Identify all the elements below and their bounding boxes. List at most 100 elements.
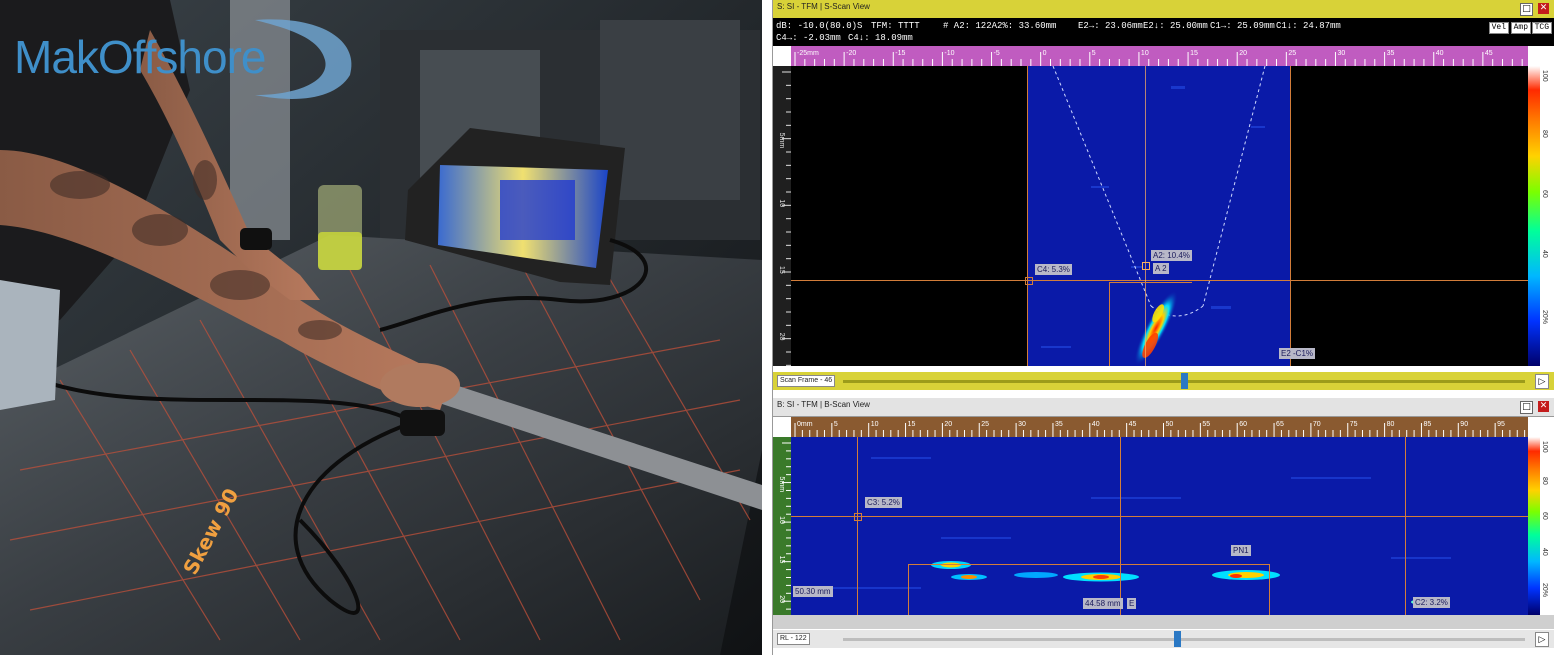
workshop-scene: Skew 90 bbox=[0, 0, 762, 655]
bscan-titlebar[interactable]: B: SI - TFM | B-Scan View □ ✕ bbox=[773, 398, 1554, 417]
ruler-tick-label: 70 bbox=[1313, 421, 1321, 428]
ruler-tick-label: -15 bbox=[895, 50, 905, 57]
colorbar-label: 40 bbox=[1541, 547, 1548, 556]
index-label: RL - 122 bbox=[777, 633, 810, 645]
measurement-readouts: dB: -10.0(80.0)S TFM: TTTT # A2: 122A2%:… bbox=[773, 18, 1554, 46]
maximize-icon[interactable]: □ bbox=[1520, 401, 1533, 414]
colorbar-label: 60 bbox=[1541, 190, 1548, 198]
c1-readout: C1→: 25.09mm bbox=[1210, 21, 1275, 31]
cursor-c1-vertical[interactable] bbox=[1290, 66, 1291, 366]
ruler-tick-label: -20 bbox=[846, 50, 856, 57]
e-marker-label: E bbox=[1127, 598, 1137, 609]
ruler-tick-label: 95 bbox=[1497, 421, 1505, 428]
ruler-tick-label: 75 bbox=[1350, 421, 1358, 428]
sscan-horizontal-ruler: -25mm -20 -15 -10 -5 0 5 10 15 20 25 30 35 40 45 bbox=[791, 46, 1528, 66]
depth-tick-label: 15 bbox=[778, 266, 785, 274]
ruler-tick-label: 35 bbox=[1387, 50, 1395, 57]
sscan-image[interactable]: C4: 5.3% A2: 10.4% A 2 E2 -C1% bbox=[791, 66, 1528, 366]
slider-thumb[interactable] bbox=[1181, 373, 1188, 389]
maximize-icon[interactable]: □ bbox=[1520, 3, 1533, 16]
bscan-index-slider[interactable]: RL - 122 ▷ bbox=[773, 630, 1554, 648]
c4-readout: C4→: -2.03mm bbox=[776, 33, 841, 43]
depth-tick-label: 10 bbox=[778, 199, 785, 207]
colorbar-label: 20% bbox=[1541, 310, 1548, 325]
close-icon[interactable]: ✕ bbox=[1538, 3, 1549, 14]
db-readout: dB: -10.0(80.0)S bbox=[776, 21, 863, 31]
bscan-color-palette bbox=[1528, 437, 1540, 615]
e2b-readout: E2↓: 25.00mm bbox=[1143, 21, 1208, 31]
gate-box[interactable] bbox=[1109, 282, 1192, 366]
vel-button[interactable]: Vel bbox=[1488, 22, 1509, 34]
depth-tick-label: 5mm bbox=[778, 477, 785, 493]
cursor-e2-label: E2 -C1% bbox=[1279, 348, 1316, 359]
bscan-scrollbar[interactable] bbox=[773, 615, 1554, 629]
ruler-tick-label: 65 bbox=[1276, 421, 1284, 428]
amp-button[interactable]: Amp bbox=[1510, 22, 1531, 34]
bscan-image[interactable]: C3: 5.2% PN1 50.30 mm 44.58 mm E C2: 3.2… bbox=[791, 437, 1528, 615]
c4b-readout: C4↓: 18.09mm bbox=[848, 33, 913, 43]
cursor-a2-label: A2: 10.4% bbox=[1151, 250, 1192, 261]
cursor-c3-handle[interactable] bbox=[854, 513, 862, 521]
cursor-a2b-label: A 2 bbox=[1153, 263, 1169, 274]
e2-readout: E2→: 23.06mm bbox=[1078, 21, 1143, 31]
ruler-tick-label: 80 bbox=[1387, 421, 1395, 428]
ruler-tick-label: 45 bbox=[1129, 421, 1137, 428]
depth-tick-label: 10 bbox=[778, 516, 785, 524]
cursor-horizontal[interactable] bbox=[791, 280, 1528, 281]
cursor-c2-label: C2: 3.2% bbox=[1413, 597, 1450, 608]
cursor-c4-handle[interactable] bbox=[1025, 277, 1033, 285]
brand-logo: MakOffshore bbox=[14, 31, 266, 83]
depth-tick-label: 20 bbox=[778, 333, 785, 341]
close-icon[interactable]: ✕ bbox=[1538, 401, 1549, 412]
colorbar-label: 100 bbox=[1541, 441, 1548, 453]
ruler-tick-label: -25mm bbox=[797, 50, 819, 57]
cursor-c4-label: C4: 5.3% bbox=[1035, 264, 1072, 275]
cursor-horizontal[interactable] bbox=[791, 516, 1528, 517]
ruler-tick-label: 0 bbox=[1043, 50, 1047, 57]
ruler-tick-label: 85 bbox=[1423, 421, 1431, 428]
ruler-tick-label: 60 bbox=[1239, 421, 1247, 428]
ruler-tick-label: -5 bbox=[994, 50, 1000, 57]
depth-tick-label: 20 bbox=[778, 595, 785, 603]
ut-software-window: S: SI - TFM | S-Scan View □ ✕ dB: -10.0(… bbox=[772, 0, 1554, 655]
slider-track[interactable] bbox=[843, 638, 1525, 641]
ruler-tick-label: 5 bbox=[1092, 50, 1096, 57]
colorbar-label: 80 bbox=[1541, 130, 1548, 138]
depth-tick-label: 15 bbox=[778, 556, 785, 564]
ruler-tick-label: 90 bbox=[1460, 421, 1468, 428]
a2-readout: # A2: 122A2%: 33.60mm bbox=[943, 21, 1057, 31]
tfm-readout: TFM: TTTT bbox=[871, 21, 920, 31]
tcg-button[interactable]: TCG bbox=[1531, 22, 1552, 34]
sscan-titlebar[interactable]: S: SI - TFM | S-Scan View □ ✕ bbox=[773, 0, 1554, 19]
ruler-tick-label: 40 bbox=[1436, 50, 1444, 57]
ruler-tick-label: 15 bbox=[1190, 50, 1198, 57]
depth-tick-label: 5mm bbox=[778, 133, 785, 149]
colorbar-label: 80 bbox=[1541, 476, 1548, 485]
workshop-photo: Skew 90 MakOffshore bbox=[0, 0, 762, 655]
sscan-title: S: SI - TFM | S-Scan View bbox=[777, 2, 870, 11]
colorbar-label: 100 bbox=[1541, 70, 1548, 82]
sscan-color-palette bbox=[1528, 66, 1540, 366]
ruler-tick-label: 55 bbox=[1202, 421, 1210, 428]
pn1-label: PN1 bbox=[1231, 545, 1251, 556]
bscan-horizontal-ruler: 0mm 5 10 15 20 25 30 35 40 45 50 55 60 65 70 75 80 85 90 95 bbox=[791, 417, 1528, 437]
ruler-tick-label: 0mm bbox=[797, 421, 813, 428]
cursor-c4-vertical[interactable] bbox=[1027, 66, 1028, 366]
ruler-tick-label: 25 bbox=[981, 421, 989, 428]
sscan-colorbar-labels: 100 80 60 40 20% bbox=[1541, 66, 1553, 366]
ruler-tick-label: 20 bbox=[944, 421, 952, 428]
colorbar-label: 60 bbox=[1541, 512, 1548, 520]
cursor-a2-handle[interactable] bbox=[1142, 262, 1150, 270]
colorbar-label: 40 bbox=[1541, 250, 1548, 258]
colorbar-label: 20% bbox=[1541, 583, 1548, 598]
play-icon[interactable]: ▷ bbox=[1535, 632, 1549, 647]
slider-thumb[interactable] bbox=[1174, 631, 1182, 647]
ruler-tick-label: 15 bbox=[908, 421, 916, 428]
bscan-depth-ruler: 5mm 10 15 20 bbox=[773, 437, 791, 618]
cursor-c2-vertical[interactable] bbox=[1405, 437, 1406, 615]
ruler-tick-label: 10 bbox=[871, 421, 879, 428]
ruler-tick-label: 25 bbox=[1288, 50, 1296, 57]
play-icon[interactable]: ▷ bbox=[1535, 374, 1549, 389]
sscan-frame-slider[interactable]: Scan Frame - 46 ▷ bbox=[773, 372, 1554, 390]
cursor-c3-vertical[interactable] bbox=[857, 437, 858, 615]
